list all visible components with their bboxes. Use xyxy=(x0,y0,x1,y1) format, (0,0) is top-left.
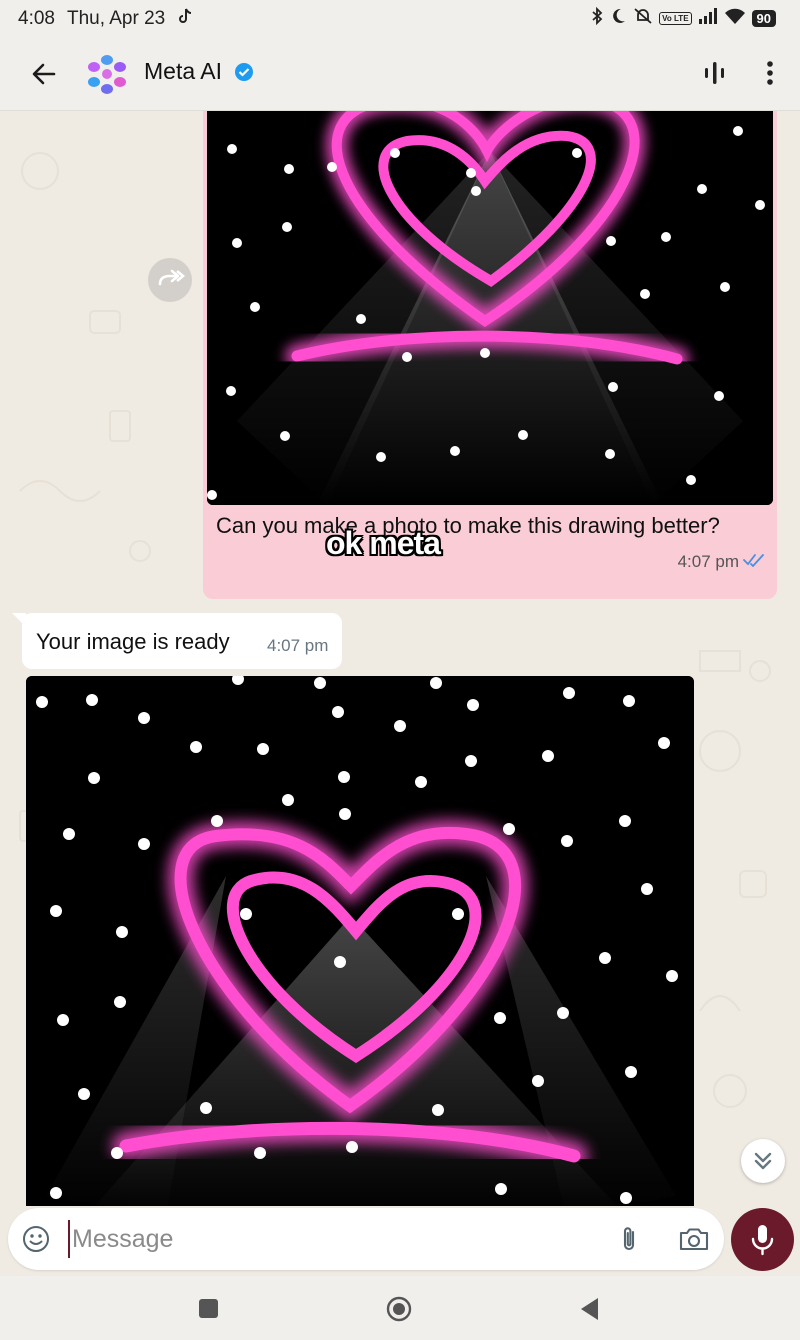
wifi-icon xyxy=(724,8,746,29)
neon-heart-generated-image[interactable] xyxy=(26,676,694,1206)
read-ticks-icon xyxy=(743,552,765,572)
microphone-button[interactable] xyxy=(731,1208,794,1271)
paperclip-icon[interactable] xyxy=(614,1224,644,1254)
status-bar: 4:08 Thu, Apr 23 Vo LTE 90 xyxy=(0,0,800,36)
incoming-message-bubble[interactable]: Your image is ready 4:07 pm xyxy=(22,613,342,669)
verified-icon xyxy=(234,62,254,82)
outgoing-message-text: Can you make a photo to make this drawin… xyxy=(216,513,720,538)
signal-icon xyxy=(698,8,718,29)
message-input[interactable] xyxy=(68,1220,592,1258)
message-time: 4:07 pm xyxy=(677,552,739,571)
status-time: 4:08 xyxy=(18,8,55,29)
meta-ai-avatar[interactable] xyxy=(84,51,130,97)
system-nav-bar xyxy=(0,1276,800,1340)
battery-icon: 90 xyxy=(751,10,776,27)
back-arrow-icon[interactable] xyxy=(28,58,60,90)
microphone-icon xyxy=(751,1225,774,1256)
message-composer xyxy=(8,1208,724,1270)
incoming-message-text: Your image is ready xyxy=(36,629,230,654)
mute-icon xyxy=(633,7,653,30)
recents-button[interactable] xyxy=(199,1299,218,1318)
nav-back-button[interactable] xyxy=(578,1296,600,1322)
status-date: Thu, Apr 23 xyxy=(66,8,166,29)
tiktok-icon xyxy=(177,7,193,31)
volte-icon: Vo LTE xyxy=(659,12,692,25)
scroll-to-bottom-button[interactable] xyxy=(741,1139,785,1183)
camera-icon[interactable] xyxy=(678,1224,710,1254)
chat-area[interactable]: Can you make a photo to make this drawin… xyxy=(0,111,800,1206)
double-chevron-down-icon xyxy=(754,1152,772,1170)
neon-heart-drawing-image[interactable] xyxy=(207,111,773,505)
overlay-caption: ok meta xyxy=(326,525,441,561)
outgoing-message-bubble[interactable]: Can you make a photo to make this drawin… xyxy=(203,111,777,599)
contact-name[interactable]: Meta AI xyxy=(144,58,222,85)
moon-icon xyxy=(609,7,627,30)
emoji-icon[interactable] xyxy=(22,1225,50,1253)
forward-icon[interactable] xyxy=(148,258,192,302)
more-vertical-icon[interactable] xyxy=(756,58,784,88)
message-time: 4:07 pm xyxy=(267,636,329,655)
voice-chat-icon[interactable] xyxy=(700,58,730,88)
home-button[interactable] xyxy=(386,1296,412,1322)
chat-header: Meta AI xyxy=(0,36,800,111)
bluetooth-icon xyxy=(591,6,603,30)
outgoing-message-meta: 4:07 pm xyxy=(678,552,765,572)
